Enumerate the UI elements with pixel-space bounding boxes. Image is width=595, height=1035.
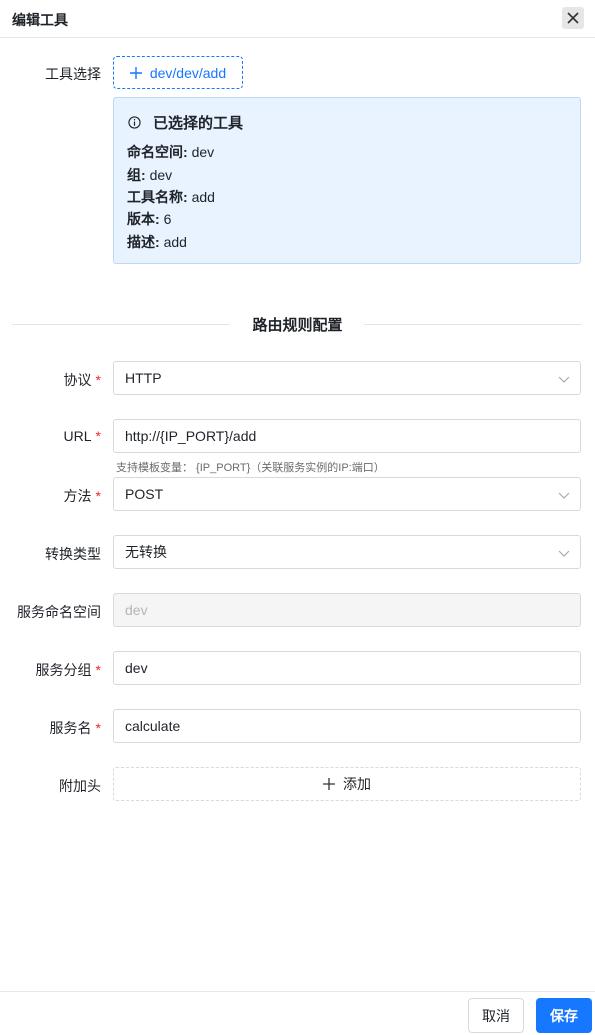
namespace-value: dev <box>191 144 215 160</box>
dialog-footer: 取消 保存 <box>0 991 595 1035</box>
selected-tool-panel: 已选择的工具 命名空间: dev 组: dev 工具名称: add 版本: 6 … <box>113 97 581 264</box>
version-label: 版本: <box>127 211 160 227</box>
add-header-button[interactable]: 添加 <box>113 767 581 801</box>
required-mark: * <box>95 720 101 736</box>
required-mark: * <box>95 662 101 678</box>
url-input[interactable]: http://{IP_PORT}/add <box>113 419 581 453</box>
url-label: URL * <box>64 428 101 444</box>
service-group-label-text: 服务分组 <box>35 662 92 678</box>
description-label: 描述: <box>127 234 160 250</box>
protocol-select[interactable]: HTTP <box>113 361 581 395</box>
url-value: http://{IP_PORT}/add <box>125 428 257 444</box>
chevron-down-icon <box>558 550 570 557</box>
service-name-label-text: 服务名 <box>49 720 92 736</box>
add-header-label: 添加 <box>343 776 371 792</box>
required-mark: * <box>95 428 101 444</box>
transform-label: 转换类型 <box>45 546 101 562</box>
service-name-label: 服务名 * <box>50 718 101 738</box>
method-value: POST <box>125 486 164 502</box>
headers-label: 附加头 <box>59 778 101 794</box>
tool-name-label: 工具名称: <box>127 189 188 205</box>
tool-select-label: 工具选择 <box>45 66 101 82</box>
description-line: 描述: add <box>127 232 187 252</box>
url-hint: 支持模板变量： {IP_PORT}（关联服务实例的IP:端口） <box>116 462 385 474</box>
version-value: 6 <box>163 211 172 227</box>
url-label-text: URL <box>63 428 92 444</box>
info-icon <box>128 116 141 129</box>
section-title: 路由规则配置 <box>252 317 343 334</box>
plus-icon <box>129 66 142 79</box>
transform-select[interactable]: 无转换 <box>113 535 581 569</box>
service-namespace-label: 服务命名空间 <box>17 604 101 620</box>
plus-icon <box>323 778 335 790</box>
tool-select-button-label: dev/dev/add <box>149 64 227 81</box>
protocol-label: 协议 * <box>64 370 101 390</box>
service-namespace-input: dev <box>113 593 581 627</box>
version-line: 版本: 6 <box>127 209 171 229</box>
dialog-title: 编辑工具 <box>12 12 68 28</box>
chevron-down-icon <box>558 376 570 383</box>
description-value: add <box>163 234 187 250</box>
method-label-text: 方法 <box>63 488 92 504</box>
protocol-label-text: 协议 <box>63 372 92 388</box>
tool-name-value: add <box>191 189 215 205</box>
required-mark: * <box>95 372 101 388</box>
selected-tool-heading-text: 已选择的工具 <box>153 115 244 132</box>
service-name-value: calculate <box>125 718 181 734</box>
required-mark: * <box>95 488 101 504</box>
save-button[interactable]: 保存 <box>536 998 592 1033</box>
tool-select-button[interactable]: dev/dev/add <box>113 56 243 89</box>
namespace-line: 命名空间: dev <box>127 142 214 162</box>
close-icon <box>567 12 579 24</box>
service-group-input[interactable]: dev <box>113 651 581 685</box>
group-line: 组: dev <box>127 165 172 185</box>
namespace-label: 命名空间: <box>127 144 188 160</box>
cancel-button[interactable]: 取消 <box>468 998 524 1033</box>
close-button[interactable] <box>562 7 584 29</box>
method-label: 方法 * <box>64 486 101 506</box>
group-label: 组: <box>127 167 146 183</box>
tool-name-line: 工具名称: add <box>127 187 215 207</box>
group-value: dev <box>149 167 173 183</box>
service-namespace-value: dev <box>125 602 148 618</box>
service-name-input[interactable]: calculate <box>113 709 581 743</box>
service-group-label: 服务分组 * <box>36 660 101 680</box>
method-select[interactable]: POST <box>113 477 581 511</box>
service-group-value: dev <box>125 660 148 676</box>
chevron-down-icon <box>558 492 570 499</box>
protocol-value: HTTP <box>125 370 162 386</box>
selected-tool-heading: 已选择的工具 <box>128 112 243 133</box>
dialog-header: 编辑工具 <box>0 0 595 38</box>
transform-value: 无转换 <box>125 544 167 560</box>
